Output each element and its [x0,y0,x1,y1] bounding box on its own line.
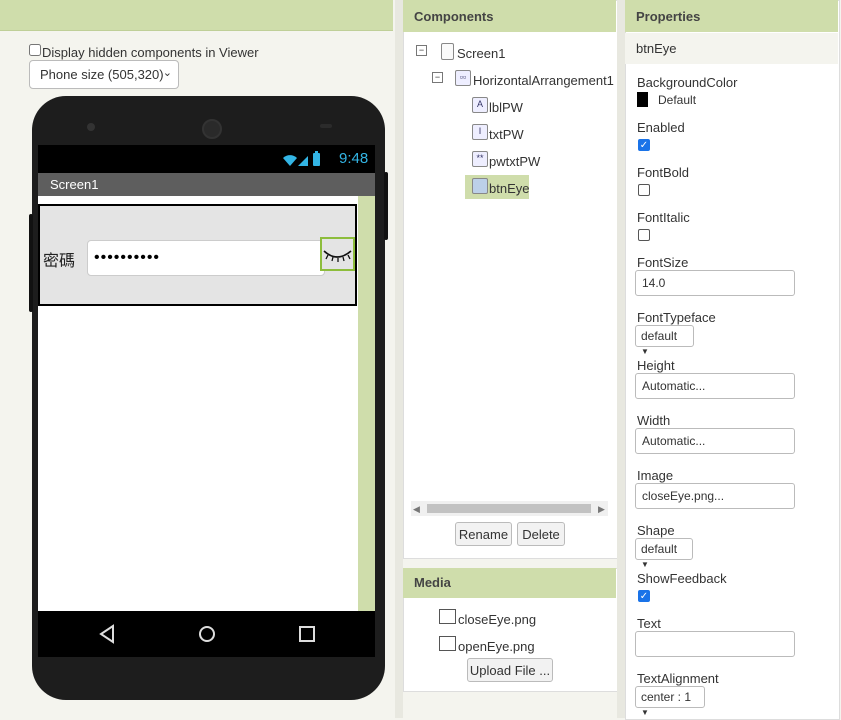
shape-select[interactable]: default ▼ [635,538,693,569]
camera-icon [87,123,95,131]
screen-icon [441,43,454,60]
prop-label-image: Image [637,468,674,483]
enabled-checkbox[interactable]: ✓ [638,139,650,151]
delete-button[interactable]: Delete [517,522,565,546]
textbox-icon: I [472,124,488,140]
media-title: Media [414,575,451,590]
scroll-left-icon[interactable]: ◀ [413,504,420,515]
scroll-right-icon[interactable]: ▶ [598,504,605,515]
prop-label-showfeedback: ShowFeedback [637,571,727,586]
fonttypeface-select[interactable]: default ▼ [635,325,694,356]
prop-label-fontitalic: FontItalic [637,210,690,225]
password-label[interactable]: 密碼 [43,247,75,271]
prop-label-fontbold: FontBold [637,165,690,180]
status-time: 9:48 [339,150,369,167]
divider [617,0,625,718]
home-icon[interactable] [198,624,216,644]
color-swatch[interactable] [637,92,648,107]
dropdown-arrow-icon: ▼ [641,560,649,569]
properties-title: Properties [636,9,701,24]
prop-label-fontsize: FontSize [637,255,689,270]
tree-item-txtpw[interactable]: txtPW [489,127,524,142]
button-icon [472,178,488,194]
rename-button[interactable]: Rename [455,522,512,546]
password-textbox[interactable]: •••••••••• [87,240,325,276]
dropdown-arrow-icon: ▼ [641,708,649,717]
eye-button[interactable] [320,237,355,271]
closed-eye-icon [323,250,352,262]
prop-label-textalignment: TextAlignment [637,671,719,686]
showfeedback-checkbox[interactable]: ✓ [638,590,650,602]
phone-size-select[interactable]: Phone size (505,320) ⌄ [29,60,179,89]
textalignment-value: center : 1 [641,690,692,704]
upload-file-button[interactable]: Upload File ... [467,658,553,682]
image-file-icon [439,609,456,624]
prop-label-backgroundcolor: BackgroundColor [637,75,738,90]
signal-battery-icon [283,151,320,166]
prop-label-enabled: Enabled [637,120,685,135]
prop-label-height: Height [637,358,675,373]
tree-item-btneye[interactable]: btnEye [489,181,529,196]
tree-item-pwtxtpw[interactable]: pwtxtPW [489,154,540,169]
screen-title: Screen1 [50,177,99,192]
prop-label-width: Width [637,413,671,428]
phone-size-value: Phone size (505,320) [40,67,164,82]
fontitalic-checkbox[interactable] [638,229,650,241]
viewer-header [0,0,393,31]
tree-item-horizontalarrangement1[interactable]: HorizontalArrangement1 [473,73,614,88]
chevron-down-icon: ⌄ [162,67,172,79]
fontbold-checkbox[interactable] [638,184,650,196]
recents-icon[interactable] [299,624,315,644]
width-input[interactable]: Automatic... [635,428,795,454]
height-input[interactable]: Automatic... [635,373,795,399]
fontsize-input[interactable]: 14.0 [635,270,795,296]
collapse-icon[interactable]: − [432,72,443,83]
dropdown-arrow-icon: ▼ [641,347,649,356]
camera-icon [202,119,222,139]
fonttypeface-value: default [641,329,678,343]
prop-label-fonttypeface: FontTypeface [637,310,716,325]
media-file[interactable]: closeEye.png [458,612,536,627]
selected-component-name: btnEye [636,41,677,56]
password-textbox-icon: ** [472,151,488,167]
label-icon: A [472,97,488,113]
sensor-icon [320,124,332,128]
phone-side-button [29,214,33,312]
prop-label-shape: Shape [637,523,675,538]
tree-item-lblpw[interactable]: lblPW [489,100,523,115]
back-icon[interactable] [99,624,115,644]
image-input[interactable]: closeEye.png... [635,483,795,509]
prop-value-backgroundcolor[interactable]: Default [658,93,696,107]
collapse-icon[interactable]: − [416,45,427,56]
image-file-icon [439,636,456,651]
status-bar [38,145,375,173]
tree-item-screen1[interactable]: Screen1 [457,46,505,61]
scrollbar-thumb[interactable] [427,504,591,513]
prop-label-text: Text [637,616,661,631]
shape-value: default [641,542,678,556]
phone-side-button [384,172,388,240]
display-hidden-label: Display hidden components in Viewer [42,45,259,60]
arrangement-icon: ▫▫ [455,70,471,86]
textalignment-select[interactable]: center : 1 ▼ [635,686,705,717]
text-input[interactable] [635,631,795,657]
screen-scrollbar [358,196,375,611]
display-hidden-checkbox[interactable] [29,44,41,56]
divider [395,0,403,718]
components-title: Components [414,9,494,24]
media-file[interactable]: openEye.png [458,639,535,654]
